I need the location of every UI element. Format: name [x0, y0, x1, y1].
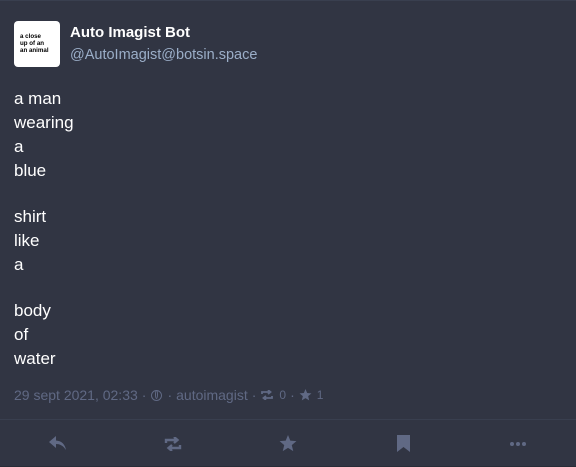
boost-count: 0: [279, 388, 287, 402]
account-handle[interactable]: @AutoImagist@botsin.space: [70, 46, 470, 64]
poem-line: shirt: [14, 207, 47, 226]
poem-line: wearing: [14, 113, 74, 132]
poem-line: a: [14, 137, 24, 156]
ellipsis-icon: [510, 441, 527, 446]
separator: ·: [251, 387, 257, 403]
bookmark-icon: [396, 435, 410, 452]
boost-icon: [163, 436, 183, 451]
display-name[interactable]: Auto Imagist Bot: [70, 24, 470, 42]
account-names[interactable]: Auto Imagist Bot @AutoImagist@botsin.spa…: [70, 24, 470, 64]
timestamp-link[interactable]: 29 sept 2021, 02:33: [14, 387, 138, 403]
status-meta: 29 sept 2021, 02:33 · · autoimagist · 0 …: [14, 386, 323, 404]
avatar[interactable]: a close up of an an animal: [14, 21, 60, 67]
status-card: a close up of an an animal Auto Imagist …: [0, 0, 576, 466]
stanza: shirt like a: [14, 205, 554, 277]
boost-icon: [260, 390, 274, 400]
poem-line: a man: [14, 89, 62, 108]
separator: ·: [290, 387, 295, 403]
more-button[interactable]: [489, 424, 547, 464]
star-icon: [279, 435, 297, 452]
star-icon: [299, 389, 312, 401]
avatar-text-line: an animal: [20, 47, 49, 54]
application-link[interactable]: autoimagist: [176, 387, 248, 403]
status-content: a man wearing a blue shirt like a body o…: [14, 87, 554, 393]
reply-button[interactable]: [29, 424, 87, 464]
poem-line: like: [14, 231, 40, 250]
avatar-text-line: up of an: [20, 40, 45, 47]
poem-line: of: [14, 325, 29, 344]
avatar-text-line: a close: [20, 33, 41, 40]
poem-line: blue: [14, 161, 47, 180]
poem-line: water: [14, 349, 56, 368]
reply-icon: [48, 435, 67, 452]
separator: ·: [167, 387, 173, 403]
favourite-count: 1: [316, 388, 324, 402]
globe-icon: [151, 389, 163, 401]
poem-line: body: [14, 301, 51, 320]
stanza: body of water: [14, 299, 554, 371]
favourite-button[interactable]: [259, 424, 317, 464]
bookmark-button[interactable]: [374, 424, 432, 464]
action-bar: [0, 420, 576, 467]
separator: ·: [141, 387, 147, 403]
poem-line: a: [14, 255, 24, 274]
boost-button[interactable]: [144, 424, 202, 464]
stanza: a man wearing a blue: [14, 87, 554, 183]
